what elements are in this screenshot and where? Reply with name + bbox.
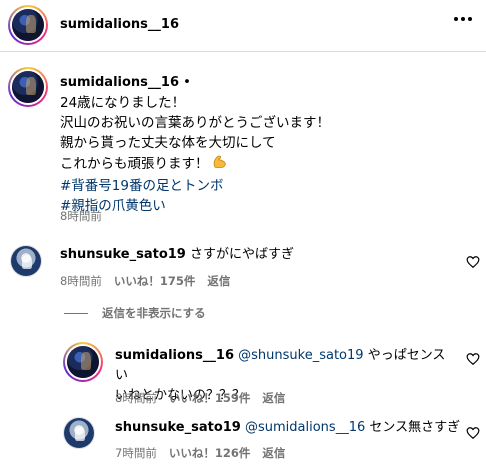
- flexed-biceps-icon: [211, 153, 228, 176]
- more-options-icon[interactable]: [454, 17, 472, 21]
- reply-like-heart-icon[interactable]: [466, 426, 480, 440]
- reply-likes[interactable]: いいね！126件: [169, 446, 251, 460]
- reply-username[interactable]: sumidalions__16: [115, 348, 234, 363]
- reply-meta: 7時間前 いいね！126件 返信: [115, 445, 285, 461]
- post-header: sumidalions__16: [0, 0, 486, 52]
- reply-body: shunsuke_sato19 @sumidalions__16 センス無さすぎ: [115, 418, 460, 438]
- reply-like-heart-icon[interactable]: [466, 352, 480, 366]
- comment-avatar[interactable]: [10, 245, 42, 277]
- header-username[interactable]: sumidalions__16: [60, 17, 179, 32]
- comment-text: さすがにやばすぎ: [190, 247, 295, 262]
- comment-like-heart-icon[interactable]: [466, 255, 480, 269]
- caption-username[interactable]: sumidalions__16: [60, 75, 179, 90]
- reply-mention[interactable]: @sumidalions__16: [245, 420, 365, 435]
- reply-avatar[interactable]: [63, 417, 95, 449]
- comment-body: shunsuke_sato19 さすがにやばすぎ: [60, 245, 294, 265]
- caption-avatar[interactable]: [8, 67, 48, 107]
- caption-line-3: 親から貰った丈夫な体を大切にして: [60, 135, 276, 151]
- hide-replies-line: [64, 312, 88, 314]
- comment-likes[interactable]: いいね！175件: [114, 274, 196, 288]
- comment-username[interactable]: shunsuke_sato19: [60, 247, 186, 262]
- comment-meta: 8時間前 いいね！175件 返信: [60, 273, 230, 289]
- caption-line-1: 24歳になりました！: [60, 95, 186, 111]
- reply-avatar[interactable]: [63, 342, 103, 382]
- caption-line-4: これからも頑張ります！: [60, 156, 209, 172]
- hide-replies-label: 返信を非表示にする: [102, 306, 206, 320]
- reply-time[interactable]: 7時間前: [115, 446, 157, 460]
- caption: sumidalions__16 • 24歳になりました！ 沢山のお祝いの言葉ありが…: [60, 72, 470, 216]
- post-time[interactable]: 8時間前: [60, 208, 102, 224]
- reply-likes[interactable]: いいね！159件: [169, 391, 251, 405]
- reply-username[interactable]: shunsuke_sato19: [115, 420, 241, 435]
- hide-replies-button[interactable]: 返信を非表示にする: [64, 305, 206, 321]
- hashtag-1[interactable]: #背番号19番の足とトンボ: [60, 176, 470, 196]
- separator-dot: •: [183, 74, 191, 90]
- reply-time[interactable]: 8時間前: [115, 391, 157, 405]
- reply-reply-button[interactable]: 返信: [262, 446, 285, 460]
- reply-meta: 8時間前 いいね！159件 返信: [115, 390, 285, 406]
- header-avatar[interactable]: [8, 5, 48, 45]
- hashtag-2[interactable]: #親指の爪黄色い: [60, 196, 470, 216]
- reply-text: センス無さすぎ: [369, 420, 461, 435]
- reply-mention[interactable]: @shunsuke_sato19: [238, 348, 363, 363]
- reply-reply-button[interactable]: 返信: [262, 391, 285, 405]
- caption-line-2: 沢山のお祝いの言葉ありがとうございます！: [60, 115, 330, 131]
- comment-reply-button[interactable]: 返信: [207, 274, 230, 288]
- comment-time[interactable]: 8時間前: [60, 274, 102, 288]
